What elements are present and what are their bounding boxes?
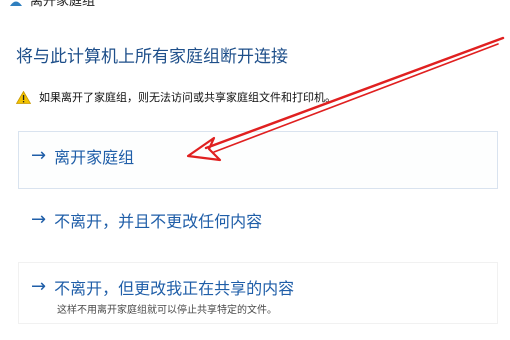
do-not-leave-option[interactable]: → 不离开，并且不更改任何内容 xyxy=(18,197,498,247)
leave-homegroup-link[interactable]: → 离开家庭组 xyxy=(31,144,134,168)
page-headline: 将与此计算机上所有家庭组断开连接 xyxy=(16,47,288,67)
window-title: 离开家庭组 xyxy=(30,0,96,9)
change-sharing-option[interactable]: → 不离开，但更改我正在共享的内容 这样不用离开家庭组就可以停止共享特定的文件。 xyxy=(18,262,498,324)
right-arrow-icon: → xyxy=(31,209,47,230)
warning-icon xyxy=(15,90,32,104)
leave-homegroup-label: 离开家庭组 xyxy=(54,148,135,167)
leave-homegroup-option[interactable]: → 离开家庭组 xyxy=(18,131,498,189)
change-sharing-description: 这样不用离开家庭组就可以停止共享特定的文件。 xyxy=(57,305,277,316)
warning-message: 如果离开了家庭组，则无法访问或共享家庭组文件和打印机。 xyxy=(15,89,336,105)
window-title-bar: 离开家庭组 xyxy=(8,0,96,9)
right-arrow-icon: → xyxy=(31,276,47,297)
right-arrow-icon: → xyxy=(31,145,47,166)
homegroup-icon xyxy=(8,0,24,7)
do-not-leave-label: 不离开，并且不更改任何内容 xyxy=(54,212,263,231)
change-sharing-label: 不离开，但更改我正在共享的内容 xyxy=(54,279,295,298)
change-sharing-link[interactable]: → 不离开，但更改我正在共享的内容 xyxy=(31,275,294,299)
warning-text: 如果离开了家庭组，则无法访问或共享家庭组文件和打印机。 xyxy=(39,91,336,104)
do-not-leave-link[interactable]: → 不离开，并且不更改任何内容 xyxy=(31,208,262,232)
